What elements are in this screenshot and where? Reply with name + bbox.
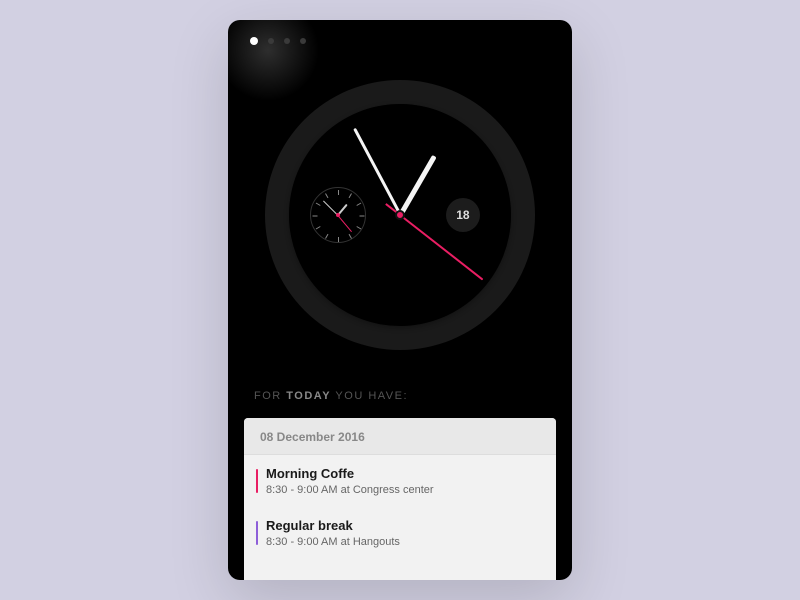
clock-face: 18 [289,104,511,326]
page-dot-4[interactable] [300,38,306,44]
center-pin [395,210,405,220]
heading-post: YOU HAVE: [331,390,408,402]
event-item[interactable]: Regular break 8:30 - 9:00 AM at Hangouts [244,507,556,559]
subdial-pin [336,213,340,217]
page-indicator[interactable] [250,38,306,45]
event-accent-bar [256,469,258,493]
page-dot-1[interactable] [250,37,258,45]
page-dot-3[interactable] [284,38,290,44]
hour-hand [398,155,436,216]
section-heading: FOR TODAY YOU HAVE: [254,390,408,402]
event-detail: 8:30 - 9:00 AM at Congress center [266,484,540,496]
heading-bold: TODAY [286,390,331,402]
event-detail: 8:30 - 9:00 AM at Hangouts [266,536,540,548]
page-dot-2[interactable] [268,38,274,44]
subdial [310,187,366,243]
card-date: 08 December 2016 [244,418,556,455]
today-card[interactable]: 08 December 2016 Morning Coffe 8:30 - 9:… [244,418,556,580]
heading-pre: FOR [254,390,286,402]
date-complication: 18 [446,198,480,232]
subdial-second-hand [337,215,352,232]
event-title: Regular break [266,518,540,533]
event-title: Morning Coffe [266,466,540,481]
phone-frame: 18 FOR TODAY YOU HAVE: 08 December 2016 … [228,20,572,580]
event-accent-bar [256,521,258,545]
analog-clock: 18 [265,80,535,350]
event-item[interactable]: Morning Coffe 8:30 - 9:00 AM at Congress… [244,455,556,507]
